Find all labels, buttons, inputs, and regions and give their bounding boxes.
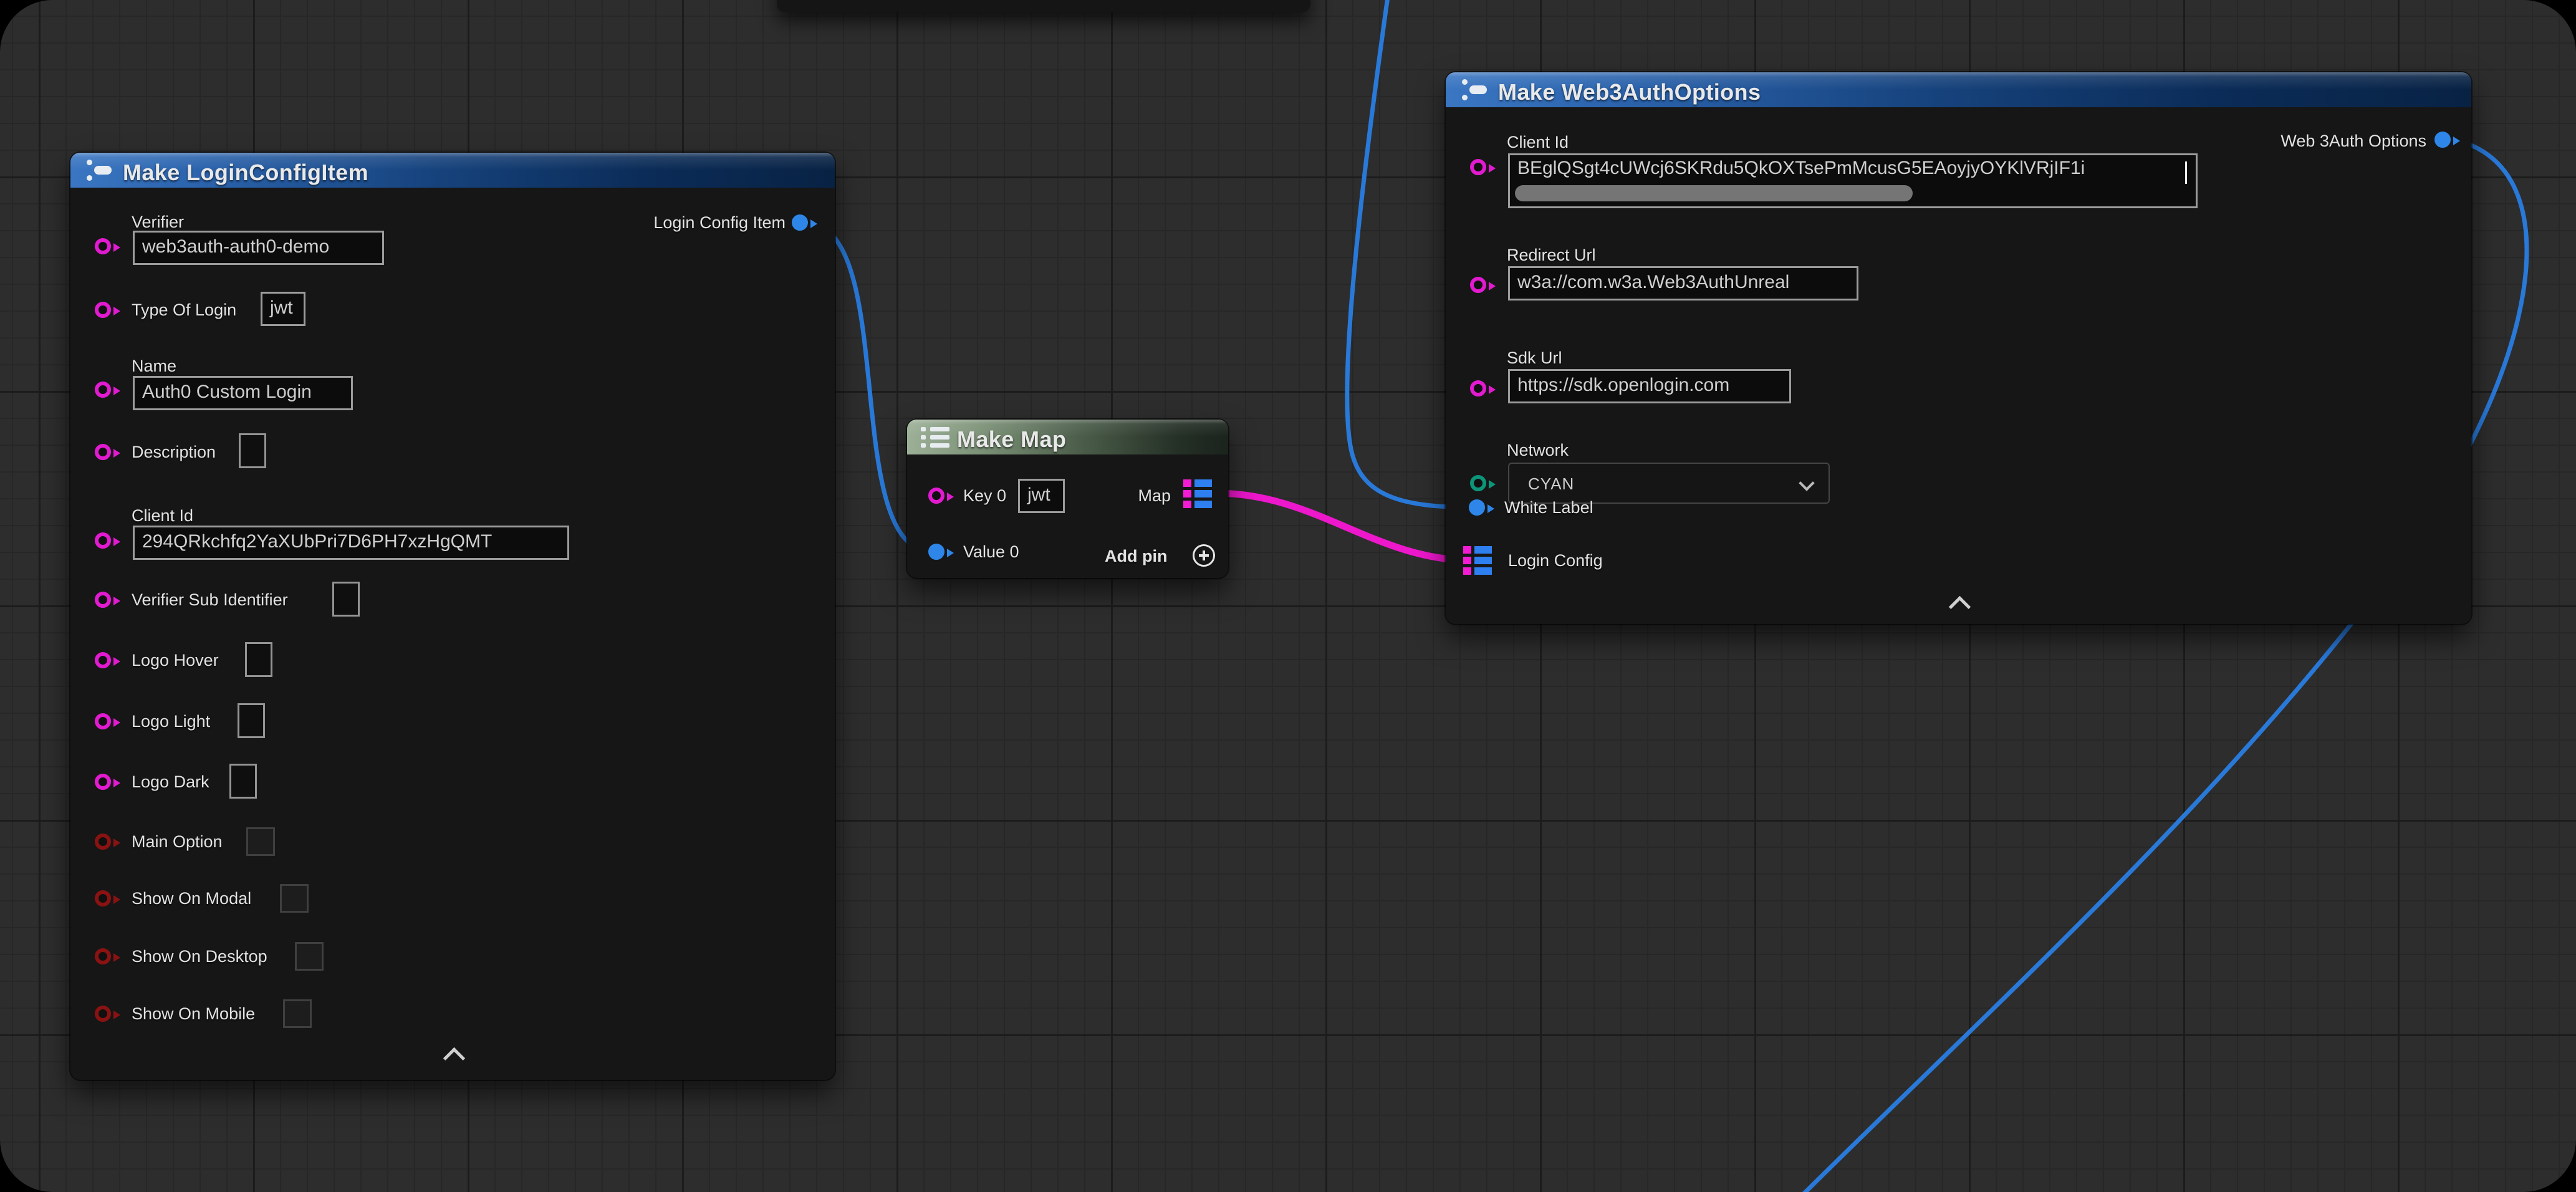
client-id-label: Client Id [132,506,193,526]
main-option-label: Main Option [132,832,223,852]
show-on-desktop-label: Show On Desktop [132,946,267,966]
key-0-label: Key 0 [963,486,1006,506]
logo-dark-pin[interactable] [95,774,111,790]
redirect-url-pin[interactable] [1470,277,1486,293]
client-id-text: BEglQSgt4cUWcj6SKRdu5QkOXTsePmMcusG5EAoy… [1517,158,2085,178]
type-of-login-input[interactable]: jwt [261,292,305,326]
node-title: Make Map [957,426,1066,453]
logo-light-input[interactable] [238,703,265,738]
redirect-url-label: Redirect Url [1507,245,1596,265]
show-on-desktop-checkbox[interactable] [295,942,324,971]
login-config-label: Login Config [1508,550,1603,570]
show-on-modal-label: Show On Modal [132,888,251,908]
white-label-pin[interactable] [1469,499,1485,516]
logo-hover-input[interactable] [245,642,272,677]
add-pin-label: Add pin [1105,546,1167,566]
show-on-mobile-pin[interactable] [95,1006,111,1022]
logo-dark-label: Logo Dark [132,772,209,792]
collapse-node-button[interactable] [443,1047,465,1069]
node-make-map[interactable]: Make Map Key 0 jwt Map Value 0 Add pin [907,420,1228,578]
node-header[interactable]: Make Web3AuthOptions [1446,72,2471,107]
white-label-label: White Label [1504,497,1593,517]
make-map-icon [921,427,949,448]
sdk-url-input[interactable]: https://sdk.openlogin.com [1508,369,1791,403]
client-id-input[interactable]: BEglQSgt4cUWcj6SKRdu5QkOXTsePmMcusG5EAoy… [1508,153,2198,208]
node-make-loginconfigitem[interactable]: Make LoginConfigItem Login Config Item V… [70,153,835,1080]
main-option-pin[interactable] [95,834,111,850]
add-pin-button[interactable] [1193,544,1215,567]
client-id-input[interactable]: 294QRkchfq2YaXUbPri7D6PH7xzHgQMT [133,526,569,560]
node-title: Make Web3AuthOptions [1498,79,1761,105]
client-id-pin[interactable] [1470,159,1486,175]
client-id-pin[interactable] [95,532,111,549]
web3auth-options-output-pin[interactable] [2434,132,2451,148]
type-of-login-pin[interactable] [95,302,111,318]
collapse-node-button[interactable] [1949,596,1971,618]
logo-dark-input[interactable] [229,764,257,799]
type-of-login-label: Type Of Login [132,300,236,320]
verifier-sub-identifier-label: Verifier Sub Identifier [132,590,288,610]
logo-light-label: Logo Light [132,711,210,731]
description-label: Description [132,442,216,462]
login-config-item-output-pin[interactable] [792,214,808,231]
name-label: Name [132,356,176,376]
verifier-sub-identifier-input[interactable] [332,582,360,617]
key-0-pin[interactable] [928,488,944,504]
logo-hover-pin[interactable] [95,652,111,668]
make-struct-icon [85,160,113,181]
output-label: Login Config Item [653,213,786,233]
name-input[interactable]: Auth0 Custom Login [133,376,353,410]
login-config-pin[interactable] [1463,546,1492,575]
redirect-url-input[interactable]: w3a://com.w3a.Web3AuthUnreal [1508,266,1858,300]
network-pin[interactable] [1470,475,1486,491]
description-input[interactable] [239,433,266,468]
sdk-url-pin[interactable] [1470,380,1486,397]
value-0-pin[interactable] [928,544,944,560]
verifier-label: Verifier [132,212,184,232]
verifier-sub-identifier-pin[interactable] [95,592,111,608]
sdk-url-label: Sdk Url [1507,348,1562,368]
text-caret [2185,161,2187,184]
output-label: Web 3Auth Options [2280,131,2426,151]
offscreen-node[interactable] [777,0,1310,12]
map-output-label: Map [1138,486,1171,506]
main-option-checkbox[interactable] [246,827,275,856]
key-0-input[interactable]: jwt [1018,479,1065,513]
description-pin[interactable] [95,444,111,460]
wire-map-to-loginconfig[interactable] [1216,493,1473,560]
client-id-label: Client Id [1507,132,1569,152]
horizontal-scrollbar[interactable] [1515,185,1913,201]
chevron-down-icon [1799,475,1814,491]
node-header[interactable]: Make LoginConfigItem [70,153,835,188]
logo-light-pin[interactable] [95,713,111,729]
node-make-web3authoptions[interactable]: Make Web3AuthOptions Web 3Auth Options C… [1446,72,2471,624]
value-0-label: Value 0 [963,542,1019,562]
name-pin[interactable] [95,382,111,398]
blueprint-editor: Make LoginConfigItem Login Config Item V… [0,0,2576,1192]
make-struct-icon [1461,79,1488,100]
network-label: Network [1507,440,1569,460]
show-on-desktop-pin[interactable] [95,948,111,964]
node-header[interactable]: Make Map [907,420,1228,454]
show-on-mobile-label: Show On Mobile [132,1004,255,1024]
show-on-mobile-checkbox[interactable] [283,999,312,1028]
node-title: Make LoginConfigItem [123,160,368,186]
map-output-pin[interactable] [1183,479,1212,508]
network-value: CYAN [1528,474,1574,494]
verifier-pin[interactable] [95,238,111,254]
show-on-modal-pin[interactable] [95,890,111,906]
show-on-modal-checkbox[interactable] [280,884,309,913]
graph-canvas[interactable]: Make LoginConfigItem Login Config Item V… [0,0,2576,1192]
logo-hover-label: Logo Hover [132,650,219,670]
verifier-input[interactable]: web3auth-auth0-demo [133,231,384,265]
